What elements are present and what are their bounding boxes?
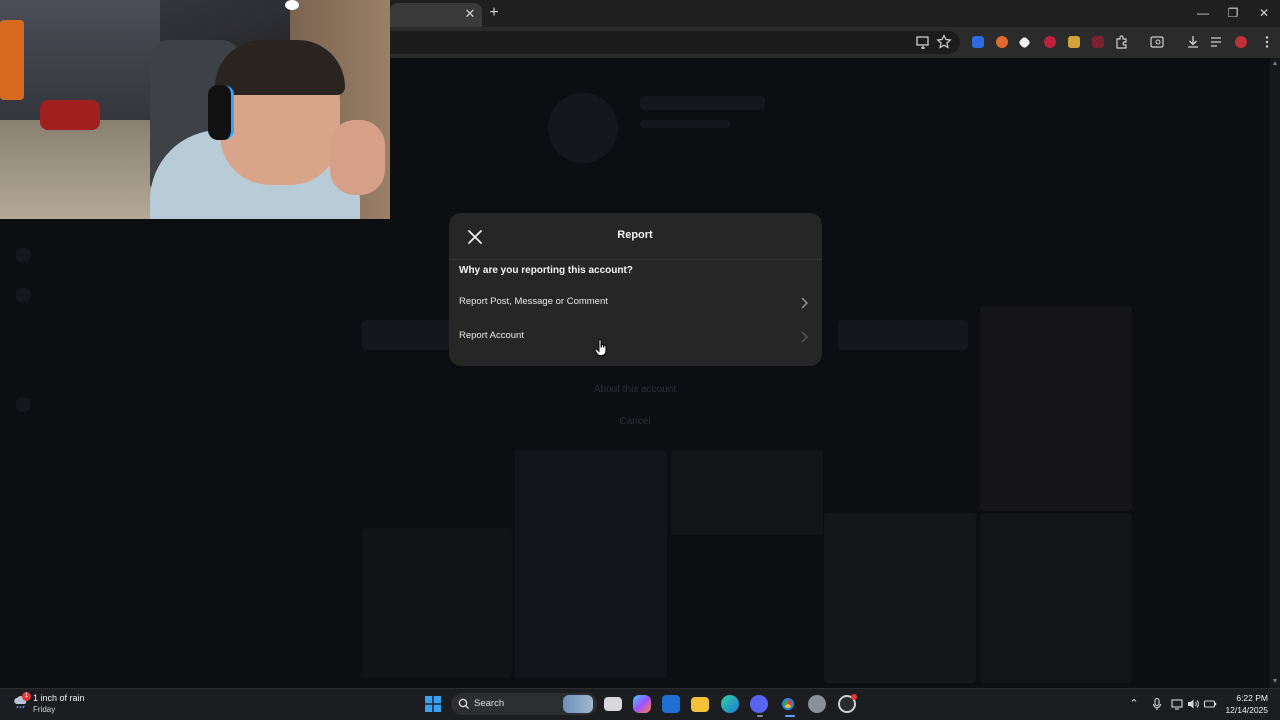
edge-icon[interactable]: [721, 695, 739, 713]
weather-badge: 1: [22, 692, 31, 701]
post-thumb-dim: [362, 528, 512, 678]
report-question: Why are you reporting this account?: [459, 265, 633, 276]
clock-date[interactable]: 12/14/2025: [1220, 705, 1268, 715]
extensions-puzzle-icon[interactable]: [1114, 34, 1130, 50]
post-thumb-dim: [980, 306, 1132, 511]
weather-summary[interactable]: 1 inch of rain: [33, 693, 85, 703]
sidebar-icon-dim: [16, 248, 30, 262]
running-indicator: [757, 715, 763, 717]
clock-time[interactable]: 6:22 PM: [1228, 693, 1268, 703]
browser-menu-icon[interactable]: [1259, 34, 1275, 50]
webcam-headset: [208, 85, 234, 140]
address-bar[interactable]: [330, 31, 960, 54]
post-thumb-dim: [671, 450, 823, 535]
extension-orange-icon[interactable]: [996, 36, 1008, 48]
modal-title: Report: [617, 229, 653, 241]
network-icon[interactable]: [1170, 697, 1184, 711]
battery-icon[interactable]: [1203, 697, 1217, 711]
search-label: Search: [474, 698, 505, 709]
chrome-icon[interactable]: [779, 695, 797, 713]
webcam-person-hair: [215, 40, 345, 95]
post-thumb-dim: [515, 528, 667, 678]
extension-tv-icon[interactable]: [972, 36, 984, 48]
extension-gold-icon[interactable]: [1068, 36, 1080, 48]
search-highlight-art: [563, 695, 593, 713]
highlight-dim: [838, 320, 968, 350]
windows-start-icon[interactable]: [425, 696, 441, 712]
recording-dot: [851, 694, 857, 700]
weather-day: Friday: [33, 705, 56, 714]
tab-search-icon[interactable]: [1149, 34, 1165, 50]
scroll-up-arrow-icon[interactable]: ▲: [1271, 60, 1279, 68]
show-hidden-icons-chevron-icon[interactable]: ⌃: [1127, 697, 1141, 711]
profile-name-dim: [640, 96, 765, 110]
bookmark-star-icon[interactable]: [936, 34, 952, 50]
tab-close-icon[interactable]: ✕: [462, 6, 478, 22]
chevron-right-icon: [801, 331, 808, 343]
extension-mask-icon[interactable]: [1092, 36, 1104, 48]
scroll-down-arrow-icon[interactable]: ▼: [1271, 678, 1279, 686]
report-post-message-comment-option[interactable]: Report Post, Message or Comment: [449, 287, 822, 321]
file-explorer-icon[interactable]: [691, 697, 709, 712]
profile-avatar-dim: [548, 93, 618, 163]
report-account-option[interactable]: Report Account: [449, 321, 822, 355]
copilot-icon[interactable]: [633, 695, 651, 713]
close-window-button[interactable]: ✕: [1256, 5, 1272, 21]
sidebar-icon-dim: [16, 288, 30, 302]
profile-meta-dim: [640, 120, 730, 128]
task-view-icon[interactable]: [604, 697, 622, 711]
new-tab-button[interactable]: +: [486, 5, 502, 21]
webcam-overlay: [0, 0, 390, 219]
chevron-right-icon: [801, 297, 808, 309]
profile-avatar[interactable]: [1235, 36, 1247, 48]
webcam-ceiling-light: [285, 0, 299, 10]
microphone-icon[interactable]: [1150, 697, 1164, 711]
minimize-button[interactable]: —: [1195, 5, 1211, 21]
search-icon: [458, 698, 470, 710]
extension-red-icon[interactable]: [1044, 36, 1056, 48]
webcam-person-hand: [330, 120, 385, 195]
highlight-dim: [362, 320, 452, 350]
download-icon[interactable]: [1185, 34, 1201, 50]
post-thumb-dim: [824, 513, 976, 683]
option-label: Report Account: [459, 330, 524, 341]
restore-button[interactable]: ❐: [1225, 5, 1241, 21]
page-scrollbar[interactable]: [1270, 58, 1280, 688]
webcam-object: [0, 20, 24, 100]
cancel-dim: Cancel: [619, 416, 651, 427]
about-account-dim: About this account: [593, 384, 677, 395]
hand-cursor-icon: [594, 339, 607, 356]
install-icon[interactable]: [915, 34, 931, 50]
post-thumb-dim: [980, 513, 1132, 683]
webcam-object: [40, 100, 100, 130]
media-controls-icon[interactable]: [1209, 34, 1225, 50]
outlook-icon[interactable]: [662, 695, 680, 713]
volume-icon[interactable]: [1186, 697, 1200, 711]
discord-icon[interactable]: [750, 695, 768, 713]
sidebar-icon-dim: [16, 398, 30, 412]
settings-gear-icon[interactable]: [808, 695, 826, 713]
post-thumb-dim: [515, 450, 667, 535]
active-app-indicator: [785, 715, 795, 717]
option-label: Report Post, Message or Comment: [459, 296, 608, 307]
close-icon[interactable]: [466, 228, 484, 246]
